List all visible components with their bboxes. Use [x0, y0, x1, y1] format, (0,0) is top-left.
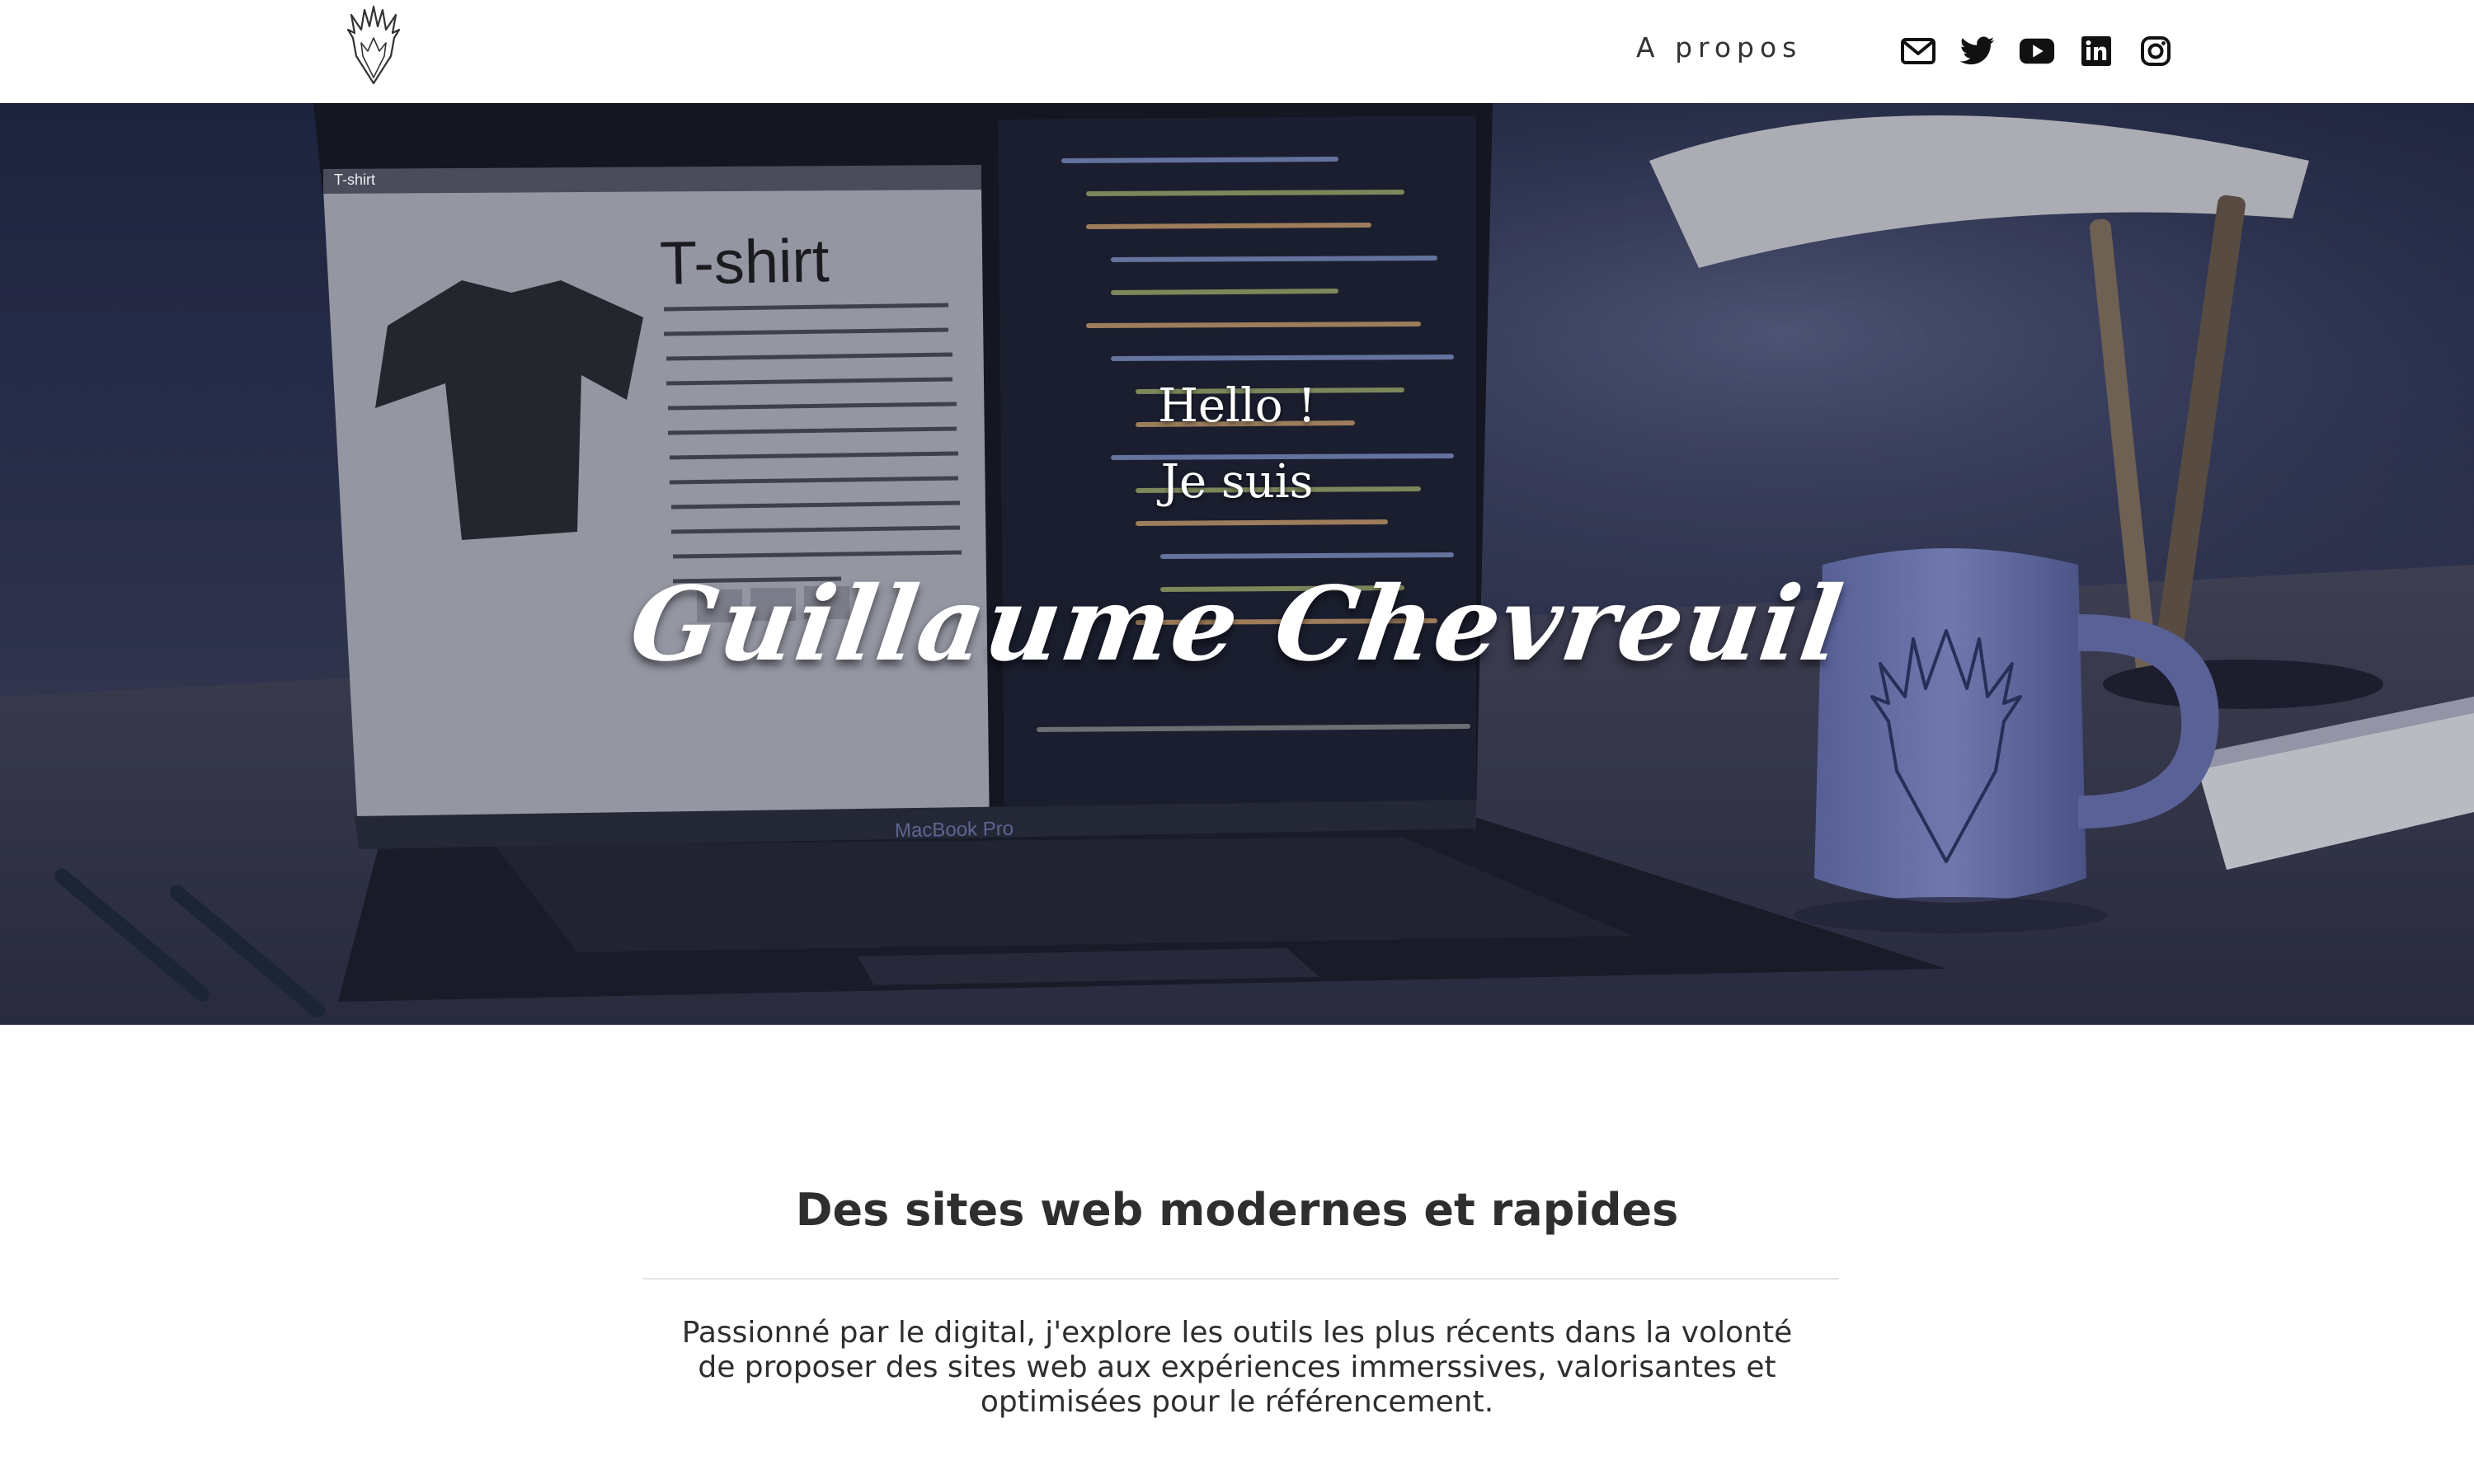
linkedin-link[interactable]: [2078, 33, 2114, 69]
instagram-link[interactable]: [2138, 33, 2174, 69]
linkedin-icon: [2081, 36, 2111, 66]
twitter-icon: [1960, 36, 1995, 65]
hero-banner: T-shirt T-shirt MacBook Pro Hello ! Je s…: [0, 103, 2474, 1025]
flame-crest-logo-icon: [346, 5, 401, 85]
section-title: Des sites web modernes et rapides: [795, 1184, 1679, 1236]
twitter-link[interactable]: [1959, 33, 1996, 69]
section-divider: [643, 1278, 1839, 1280]
laptop-tab-label: T-shirt: [334, 171, 376, 188]
hero-overlay: [0, 103, 2474, 1025]
logo-link[interactable]: [345, 5, 402, 87]
social-links: [1900, 33, 2174, 69]
hero-name: Guillaume Chevreuil: [623, 565, 1851, 684]
site-header: A propos: [0, 0, 2474, 103]
laptop-brand-label: MacBook Pro: [894, 817, 1014, 843]
laptop-screen-title: T-shirt: [659, 226, 830, 298]
youtube-icon: [2019, 38, 2055, 64]
hero-greeting: Hello !: [1158, 379, 1316, 433]
nav-about-link[interactable]: A propos: [1636, 31, 1802, 63]
youtube-link[interactable]: [2019, 33, 2055, 69]
mail-link[interactable]: [1900, 33, 1936, 69]
section-description: Passionné par le digital, j'explore les …: [681, 1316, 1793, 1419]
hero-intro: Je suis: [1160, 455, 1314, 509]
mail-icon: [1901, 38, 1935, 64]
instagram-icon: [2141, 36, 2171, 66]
